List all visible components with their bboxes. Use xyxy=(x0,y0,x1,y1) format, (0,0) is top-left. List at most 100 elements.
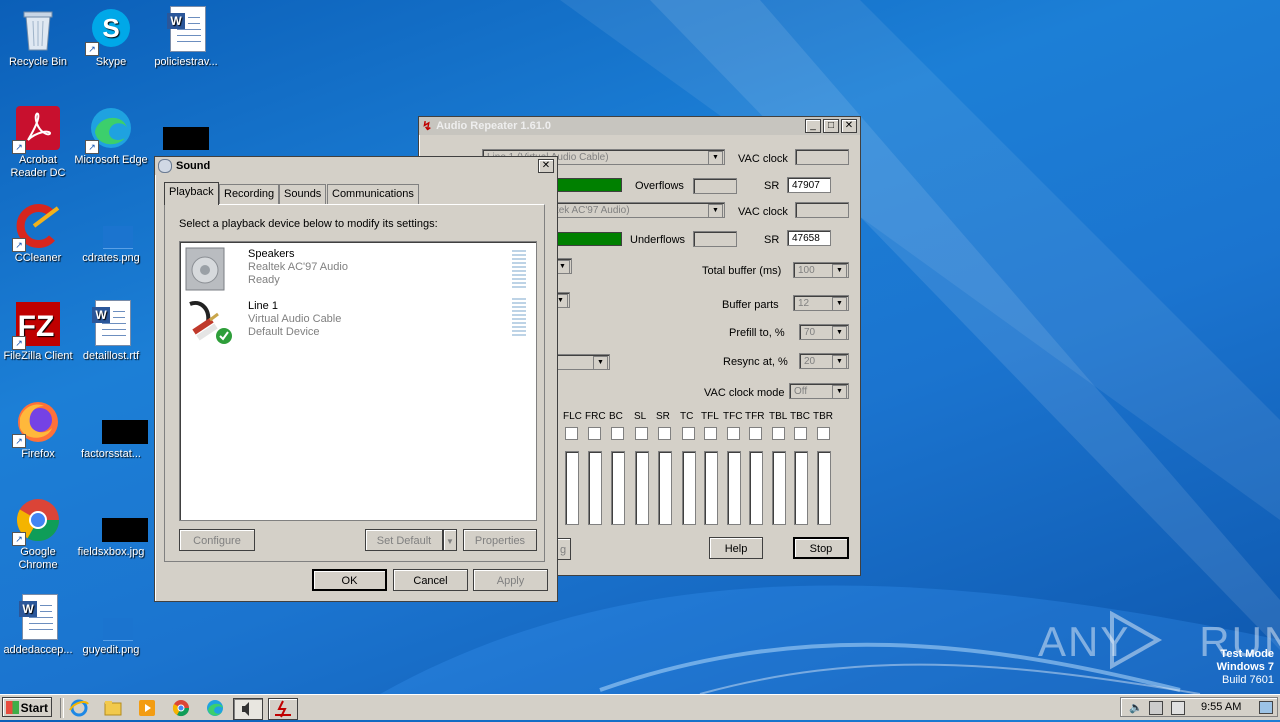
taskbar-audio-repeater-button[interactable] xyxy=(268,698,298,720)
configure-button[interactable]: Configure xyxy=(179,529,255,551)
action-center-icon[interactable] xyxy=(1171,701,1185,715)
apply-button[interactable]: Apply xyxy=(473,569,548,591)
desktop-icon-label: policiestrav... xyxy=(154,56,218,68)
set-default-dropdown[interactable]: ▼ xyxy=(443,529,457,551)
desktop-icon-cdrates[interactable]: cdrates.png xyxy=(73,202,149,265)
channel-checkbox[interactable] xyxy=(772,427,785,440)
channel-checkbox[interactable] xyxy=(749,427,762,440)
show-desktop-icon[interactable] xyxy=(1259,701,1273,714)
properties-button[interactable]: Properties xyxy=(463,529,537,551)
total-buffer-select[interactable]: 100 ▼ xyxy=(793,262,849,278)
edge-icon[interactable] xyxy=(204,698,226,718)
taskbar-sound-button[interactable] xyxy=(233,698,263,720)
audio-repeater-titlebar[interactable]: ↯ Audio Repeater 1.61.0 _ □ ✕ xyxy=(419,117,860,135)
start-label: Start xyxy=(20,701,48,715)
desktop-icon-addedaccep[interactable]: W addedaccep... xyxy=(0,594,76,657)
desktop-icon-edge[interactable]: ↗ Microsoft Edge xyxy=(73,104,149,167)
chevron-down-icon[interactable]: ▼ xyxy=(832,297,847,311)
cancel-button-label: Cancel xyxy=(413,575,448,587)
set-default-button[interactable]: Set Default xyxy=(365,529,443,551)
media-player-icon[interactable] xyxy=(136,698,158,718)
channel-checkbox[interactable] xyxy=(635,427,648,440)
chevron-down-icon[interactable]: ▼ xyxy=(832,326,847,340)
total-buffer-label: Total buffer (ms) xyxy=(702,265,782,277)
desktop-icon-ccleaner[interactable]: ↗ CCleaner xyxy=(0,202,76,265)
desktop-icon-recycle-bin[interactable]: Recycle Bin xyxy=(0,6,76,69)
chevron-down-icon[interactable]: ▼ xyxy=(708,204,723,218)
channel-checkbox[interactable] xyxy=(817,427,830,440)
resync-select[interactable]: 20 ▼ xyxy=(799,353,849,369)
ok-button[interactable]: OK xyxy=(312,569,387,591)
channel-checkbox[interactable] xyxy=(588,427,601,440)
stop-button-label: Stop xyxy=(809,543,833,555)
channel-label: TFC xyxy=(723,411,743,422)
chevron-down-icon[interactable]: ▼ xyxy=(832,264,847,278)
volume-icon[interactable]: 🔈 xyxy=(1129,701,1143,714)
tab-label: Recording xyxy=(224,188,275,200)
desktop-icon-acrobat[interactable]: ↗ Acrobat Reader DC xyxy=(0,104,76,180)
maximize-button[interactable]: □ xyxy=(823,119,839,133)
channel-checkbox[interactable] xyxy=(704,427,717,440)
desktop-icon-chrome[interactable]: ↗ Google Chrome xyxy=(0,496,76,572)
device-item-line-1[interactable]: Line 1 Virtual Audio Cable Default Devic… xyxy=(184,298,536,348)
desktop-icon-skype[interactable]: S ↗ Skype xyxy=(73,6,149,69)
channel-meter xyxy=(588,451,602,525)
taskbar: Start 🔈 9:55 AM xyxy=(0,694,1280,720)
device-item-speakers[interactable]: Speakers Realtek AC'97 Audio Ready xyxy=(184,246,536,296)
chevron-down-icon[interactable]: ▼ xyxy=(832,355,847,369)
shortcut-arrow-icon: ↗ xyxy=(12,532,26,546)
chevron-down-icon[interactable]: ▼ xyxy=(593,356,608,370)
desktop-icon-detaillost[interactable]: W detaillost.rtf xyxy=(73,300,149,363)
channel-checkbox[interactable] xyxy=(611,427,624,440)
channel-label: FLC xyxy=(563,411,582,422)
tab-sounds[interactable]: Sounds xyxy=(279,184,327,204)
cancel-button[interactable]: Cancel xyxy=(393,569,468,591)
clock[interactable]: 9:55 AM xyxy=(1201,701,1241,713)
start-button[interactable]: Start xyxy=(2,697,52,717)
buffer-parts-value: 12 xyxy=(798,298,810,309)
filezilla-icon: FZ ↗ xyxy=(12,300,62,350)
device-list[interactable]: Speakers Realtek AC'97 Audio Ready Line … xyxy=(179,241,537,521)
total-buffer-value: 100 xyxy=(798,265,815,276)
chrome-icon: ↗ xyxy=(12,496,62,546)
chevron-down-icon[interactable]: ▼ xyxy=(832,385,847,399)
speaker-device-icon xyxy=(185,247,225,291)
help-button[interactable]: Help xyxy=(709,537,763,559)
close-button[interactable]: ✕ xyxy=(538,159,554,173)
internet-explorer-icon[interactable] xyxy=(68,698,90,718)
desktop-icon-firefox[interactable]: ↗ Firefox xyxy=(0,398,76,461)
desktop-icon-guyedit[interactable]: guyedit.png xyxy=(73,594,149,657)
channel-meter xyxy=(704,451,718,525)
buffer-parts-select[interactable]: 12 ▼ xyxy=(793,295,849,311)
channel-checkbox[interactable] xyxy=(727,427,740,440)
stop-button[interactable]: Stop xyxy=(793,537,849,559)
prefill-select[interactable]: 70 ▼ xyxy=(799,324,849,340)
desktop-icon-fieldsxbox[interactable]: fieldsxbox.jpg xyxy=(73,496,149,559)
desktop-icon-factorsstat[interactable]: factorsstat... xyxy=(73,398,149,461)
chevron-down-icon[interactable]: ▼ xyxy=(708,151,723,165)
os-info: Test Mode Windows 7 Build 7601 xyxy=(1217,648,1274,687)
close-button[interactable]: ✕ xyxy=(841,119,857,133)
sound-dialog-titlebar[interactable]: Sound ✕ xyxy=(155,157,557,175)
tab-recording[interactable]: Recording xyxy=(219,184,280,204)
audio-repeater-icon xyxy=(275,700,291,718)
network-icon[interactable] xyxy=(1149,701,1163,715)
desktop-icon-filezilla[interactable]: FZ ↗ FileZilla Client xyxy=(0,300,76,363)
channel-checkbox[interactable] xyxy=(682,427,695,440)
configure-button-label: Configure xyxy=(193,535,241,547)
file-explorer-icon[interactable] xyxy=(102,698,124,718)
tab-communications[interactable]: Communications xyxy=(327,184,419,204)
channel-checkbox[interactable] xyxy=(794,427,807,440)
minimize-button[interactable]: _ xyxy=(805,119,821,133)
anyrun-watermark: ANY RUN xyxy=(1038,610,1280,670)
vac-clock-mode-select[interactable]: Off ▼ xyxy=(789,383,849,399)
redacted-icon xyxy=(87,398,148,446)
desktop-icon-policiestrav[interactable]: W policiestrav... xyxy=(148,6,224,69)
chrome-icon[interactable] xyxy=(170,698,192,718)
channel-checkbox[interactable] xyxy=(565,427,578,440)
quick-launch-separator xyxy=(60,698,64,718)
channel-checkbox[interactable] xyxy=(658,427,671,440)
ok-button-label: OK xyxy=(341,575,358,587)
tab-playback[interactable]: Playback xyxy=(164,182,219,205)
resync-value: 20 xyxy=(804,356,816,367)
